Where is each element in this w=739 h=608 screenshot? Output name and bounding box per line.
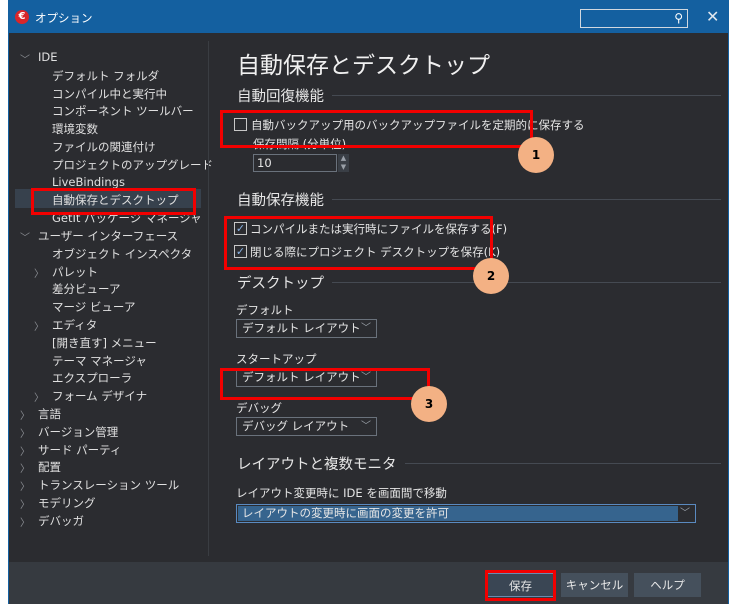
tree-item[interactable]: フォーム デザイナ bbox=[52, 388, 147, 404]
section-autosave: 自動保存機能 bbox=[237, 189, 721, 210]
highlight-box-3 bbox=[220, 368, 430, 400]
debug-label: デバッグ bbox=[236, 401, 282, 415]
tree-item[interactable]: 環境変数 bbox=[52, 121, 98, 137]
window-title: オプション bbox=[35, 11, 93, 25]
interval-spinner[interactable]: ▲ ▼ bbox=[338, 154, 349, 172]
section-heading: レイアウトと複数モニタ bbox=[237, 457, 397, 473]
chevron-right-icon[interactable]: 〉 bbox=[34, 389, 44, 404]
section-heading: 自動保存機能 bbox=[237, 193, 324, 209]
dialog-footer: 保存 キャンセル ヘルプ bbox=[9, 562, 728, 604]
annotation-badge-1: 1 bbox=[518, 137, 554, 173]
chevron-right-icon[interactable]: 〉 bbox=[20, 425, 30, 440]
tree-item[interactable]: モデリング bbox=[38, 495, 96, 511]
tree-item[interactable]: サード パーティ bbox=[38, 442, 121, 458]
tree-item[interactable]: IDE bbox=[38, 50, 58, 64]
debug-layout-select[interactable]: デバッグ レイアウト ﹀ bbox=[236, 417, 377, 436]
select-value: レイアウトの変更時に画面の変更を許可 bbox=[242, 506, 449, 520]
chevron-right-icon[interactable]: 〉 bbox=[20, 407, 30, 422]
search-icon[interactable]: ⚲ bbox=[674, 11, 683, 25]
chevron-right-icon[interactable]: 〉 bbox=[20, 443, 30, 458]
chevron-down-icon: ﹀ bbox=[361, 323, 371, 334]
chevron-right-icon[interactable]: 〉 bbox=[34, 318, 44, 333]
tree-item[interactable]: プロジェクトのアップグレード bbox=[52, 157, 213, 173]
options-dialog: € オプション ⚲ ✕ IDE ﹀ デフォルト フォルダ コンパイル中と実行中 コンポー… bbox=[8, 0, 729, 604]
annotation-badge-2: 2 bbox=[473, 258, 509, 294]
tree-item[interactable]: 配置 bbox=[38, 459, 61, 475]
highlight-box-1 bbox=[220, 110, 533, 148]
cancel-button[interactable]: キャンセル bbox=[561, 573, 628, 597]
section-layout-monitors: レイアウトと複数モニタ bbox=[237, 453, 721, 474]
section-heading: 自動回復機能 bbox=[237, 89, 324, 105]
tree-item[interactable]: トランスレーション ツール bbox=[38, 477, 179, 493]
pane-divider[interactable] bbox=[208, 41, 209, 556]
search-input[interactable]: ⚲ bbox=[580, 9, 688, 28]
help-button[interactable]: ヘルプ bbox=[634, 573, 701, 597]
chevron-down-icon[interactable]: ﹀ bbox=[20, 229, 30, 244]
tree-item[interactable]: コンポーネント ツールバー bbox=[52, 103, 194, 119]
tree-item[interactable]: デフォルト フォルダ bbox=[52, 68, 159, 84]
section-recovery: 自動回復機能 bbox=[237, 85, 721, 106]
tree-item[interactable]: [開き直す] メニュー bbox=[52, 335, 157, 351]
default-label: デフォルト bbox=[236, 303, 294, 317]
chevron-down-icon: ﹀ bbox=[680, 508, 690, 519]
close-icon[interactable]: ✕ bbox=[706, 7, 719, 26]
tree-item[interactable]: マージ ビューア bbox=[52, 299, 135, 315]
move-ide-select[interactable]: レイアウトの変更時に画面の変更を許可 ﹀ bbox=[236, 504, 696, 523]
tree-item[interactable]: オブジェクト インスペクタ bbox=[52, 246, 192, 262]
tree-item[interactable]: デバッガ bbox=[38, 513, 84, 529]
tree-item[interactable]: テーマ マネージャ bbox=[52, 353, 147, 369]
interval-input[interactable]: 10 bbox=[253, 154, 337, 172]
section-heading: デスクトップ bbox=[237, 276, 324, 292]
select-value: デバッグ レイアウト bbox=[242, 419, 350, 433]
tree-item[interactable]: LiveBindings bbox=[52, 175, 125, 189]
chevron-right-icon[interactable]: 〉 bbox=[34, 265, 44, 280]
highlight-box-2 bbox=[224, 216, 493, 270]
tree-item[interactable]: エディタ bbox=[52, 317, 97, 333]
tree-item[interactable]: エクスプローラ bbox=[52, 370, 132, 386]
chevron-right-icon[interactable]: 〉 bbox=[20, 460, 30, 475]
tree-item[interactable]: パレット bbox=[52, 264, 98, 280]
tree-item[interactable]: ファイルの関連付け bbox=[52, 139, 156, 155]
move-ide-label: レイアウト変更時に IDE を画面間で移動 bbox=[236, 486, 447, 500]
chevron-down-icon[interactable]: ﹀ bbox=[20, 51, 30, 66]
tree-item[interactable]: コンパイル中と実行中 bbox=[52, 86, 167, 102]
chevron-right-icon[interactable]: 〉 bbox=[20, 514, 30, 529]
chevron-right-icon[interactable]: 〉 bbox=[20, 478, 30, 493]
startup-label: スタートアップ bbox=[236, 352, 317, 366]
highlight-box-save bbox=[485, 570, 556, 601]
tree-item[interactable]: 言語 bbox=[38, 406, 61, 422]
chevron-right-icon[interactable]: 〉 bbox=[20, 496, 30, 511]
page-title: 自動保存とデスクトップ bbox=[237, 53, 490, 79]
spin-down-icon[interactable]: ▼ bbox=[338, 163, 349, 172]
title-bar: € オプション ⚲ ✕ bbox=[9, 1, 728, 33]
default-layout-select[interactable]: デフォルト レイアウト ﹀ bbox=[236, 319, 377, 338]
highlight-box-tree bbox=[31, 188, 196, 215]
select-value: デフォルト レイアウト bbox=[242, 321, 361, 335]
spin-up-icon[interactable]: ▲ bbox=[338, 154, 349, 163]
tree-item[interactable]: ユーザー インターフェース bbox=[38, 228, 178, 244]
tree-item[interactable]: バージョン管理 bbox=[38, 424, 118, 440]
chevron-down-icon: ﹀ bbox=[361, 421, 371, 432]
annotation-badge-3: 3 bbox=[411, 386, 447, 422]
tree-item[interactable]: 差分ビューア bbox=[52, 281, 121, 297]
app-logo-icon: € bbox=[15, 10, 29, 24]
